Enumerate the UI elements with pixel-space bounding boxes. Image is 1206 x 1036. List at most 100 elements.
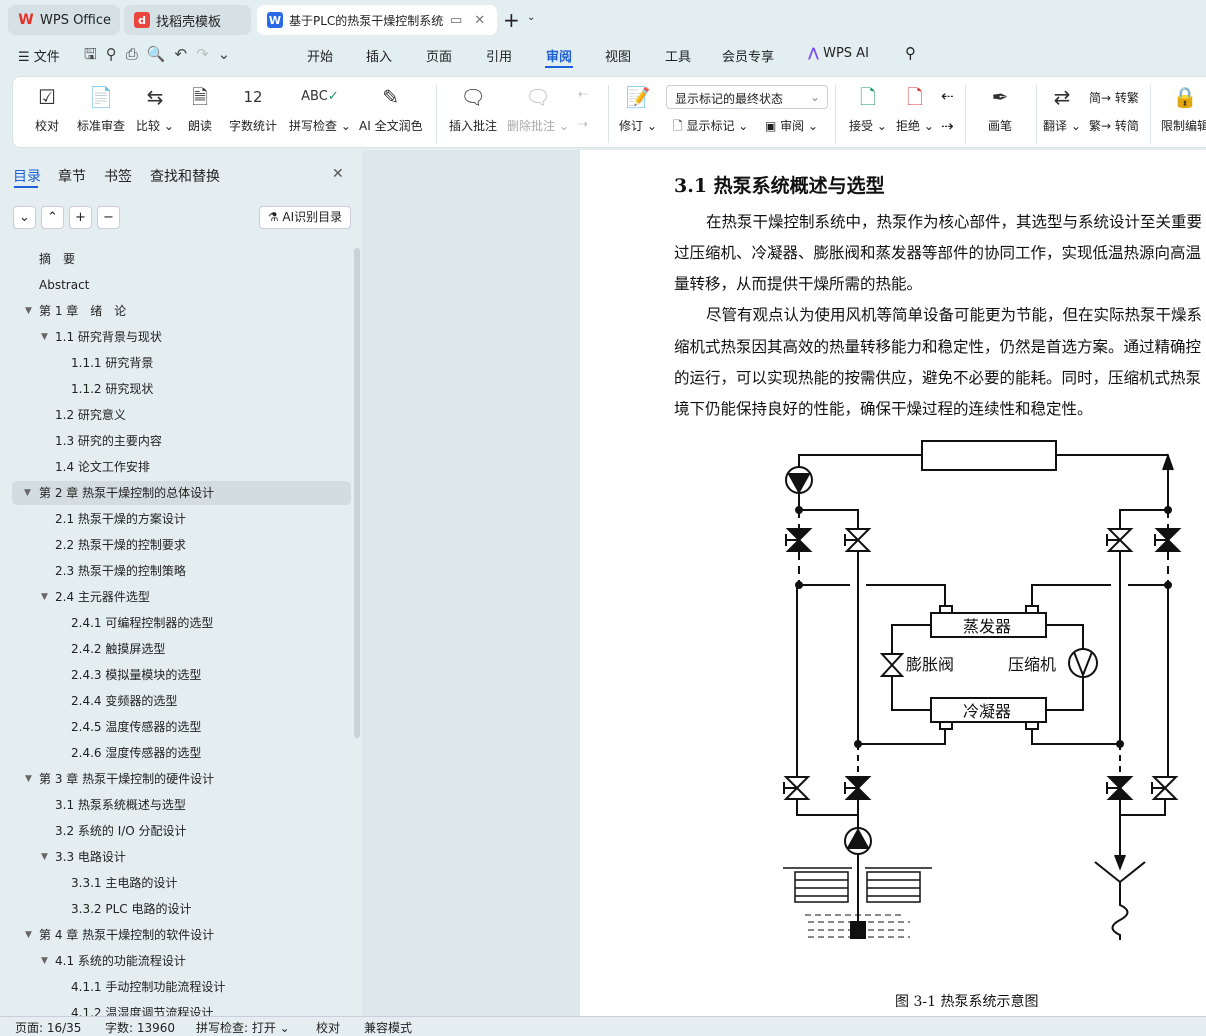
- toc-item-label: 第 2 章 热泵干燥控制的总体设计: [39, 486, 215, 500]
- page-indicator[interactable]: 页面: 16/35: [15, 1019, 81, 1036]
- toc-item[interactable]: 2.4.6 湿度传感器的选型: [71, 741, 201, 765]
- toc-item[interactable]: ▼ 3.3 电路设计: [41, 845, 126, 869]
- toc-item[interactable]: 3.1 热泵系统概述与选型: [55, 793, 186, 817]
- menu-reference[interactable]: 引用: [486, 46, 512, 65]
- show-markup-button[interactable]: 🗋 显示标记 ⌄: [673, 117, 748, 138]
- menu-insert[interactable]: 插入: [366, 46, 392, 65]
- to-traditional-button[interactable]: 简→ 转繁: [1089, 89, 1139, 106]
- previous-change-icon[interactable]: ⇠: [941, 87, 954, 105]
- paragraph-line: 在热泵干燥控制系统中，热泵作为核心部件，其选型与系统设计至关重要: [706, 213, 1203, 231]
- expand-triangle-icon[interactable]: ▼: [25, 299, 32, 323]
- valve-closed: [844, 776, 870, 800]
- toc-item[interactable]: Abstract: [39, 273, 89, 297]
- markup-mode-select[interactable]: 显示标记的最终状态 ⌄: [666, 85, 828, 109]
- toc-item[interactable]: 4.1.1 手动控制功能流程设计: [71, 975, 225, 999]
- valve-open: [1106, 528, 1132, 552]
- valve-open: [1151, 776, 1177, 800]
- toc-item-label: 1.1 研究背景与现状: [55, 330, 162, 344]
- tab-list-chevron-icon[interactable]: ⌄: [527, 12, 535, 23]
- toc-item[interactable]: ▼ 第 2 章 热泵干燥控制的总体设计: [12, 481, 351, 505]
- delete-comment-button[interactable]: 🗨 删除批注 ⌄: [507, 83, 569, 134]
- expand-triangle-icon[interactable]: ▼: [41, 845, 48, 869]
- toc-item-label: 4.1.2 温湿度调节流程设计: [71, 1006, 214, 1016]
- toc-item[interactable]: ▼ 第 3 章 热泵干燥控制的硬件设计: [25, 767, 214, 791]
- toc-item[interactable]: 2.1 热泵干燥的方案设计: [55, 507, 186, 531]
- insert-comment-button[interactable]: 🗨 插入批注: [449, 83, 497, 134]
- toc-item-label: 1.4 论文工作安排: [55, 460, 150, 474]
- toc-item[interactable]: ▼ 第 4 章 热泵干燥控制的软件设计: [25, 923, 214, 947]
- toc-item-label: 2.4.5 温度传感器的选型: [71, 720, 202, 734]
- reject-doc-icon: 🗋: [906, 85, 923, 109]
- to-simplified-button[interactable]: 繁→ 转简: [1089, 117, 1139, 134]
- expand-triangle-icon[interactable]: ▼: [41, 949, 48, 973]
- toc-item[interactable]: 2.2 热泵干燥的控制要求: [55, 533, 186, 557]
- wps-ai-logo: ⋀: [808, 46, 819, 61]
- toc-item[interactable]: 2.3 热泵干燥的控制策略: [55, 559, 186, 583]
- toc-item[interactable]: ▼ 2.4 主元器件选型: [41, 585, 150, 609]
- menu-page[interactable]: 页面: [426, 46, 452, 65]
- previous-comment-icon[interactable]: ⇠: [578, 87, 588, 101]
- review-pane-button[interactable]: ▣ 审阅 ⌄: [765, 117, 818, 134]
- toc-item[interactable]: ▼ 4.1 系统的功能流程设计: [41, 949, 186, 973]
- magic-wand-icon: ✎: [382, 85, 400, 109]
- revise-button[interactable]: 📝 修订 ⌄: [619, 83, 657, 134]
- translate-button[interactable]: ⇄ 翻译 ⌄: [1043, 83, 1081, 134]
- valve-open: [844, 528, 870, 552]
- expand-triangle-icon[interactable]: ▼: [24, 481, 31, 505]
- toc-item[interactable]: 2.4.3 模拟量模块的选型: [71, 663, 201, 687]
- toc-item-label: 4.1 系统的功能流程设计: [55, 954, 186, 968]
- expand-triangle-icon[interactable]: ▼: [25, 923, 32, 947]
- word-count-indicator[interactable]: 字数: 13960: [105, 1019, 175, 1036]
- toc-list: 摘 要 Abstract ▼ 第 1 章 绪 论 ▼ 1.1 研究背景与现状 1.1.1 研…: [0, 0, 362, 1016]
- toc-item[interactable]: 2.4.4 变频器的选型: [71, 689, 177, 713]
- toc-item[interactable]: 1.1.1 研究背景: [71, 351, 153, 375]
- expand-triangle-icon[interactable]: ▼: [25, 767, 32, 791]
- wps-ai-button[interactable]: ⋀ WPS AI: [808, 46, 869, 61]
- proofread-status[interactable]: 校对: [316, 1019, 340, 1036]
- toc-item[interactable]: 1.1.2 研究现状: [71, 377, 153, 401]
- toc-item[interactable]: 1.4 论文工作安排: [55, 455, 150, 479]
- toc-item[interactable]: 3.3.2 PLC 电路的设计: [71, 897, 191, 921]
- toc-item[interactable]: 1.3 研究的主要内容: [55, 429, 162, 453]
- toc-item[interactable]: 1.2 研究意义: [55, 403, 126, 427]
- expand-triangle-icon[interactable]: ▼: [41, 325, 48, 349]
- expansion-valve-label: 膨胀阀: [906, 655, 954, 674]
- divider: [1036, 85, 1037, 143]
- ai-polish-button[interactable]: ✎ AI 全文润色: [359, 83, 423, 134]
- toc-item[interactable]: 2.4.2 触摸屏选型: [71, 637, 165, 661]
- toc-item[interactable]: 2.4.1 可编程控制器的选型: [71, 611, 213, 635]
- toc-item-label: 2.4.2 触摸屏选型: [71, 642, 166, 656]
- next-comment-icon[interactable]: ⇢: [578, 117, 588, 131]
- close-tab-icon[interactable]: ✕: [474, 13, 485, 28]
- restrict-editing-button[interactable]: 🔒 限制编辑: [1161, 83, 1206, 134]
- menu-review[interactable]: 审阅: [546, 46, 572, 65]
- menu-view[interactable]: 视图: [605, 46, 631, 65]
- spell-check-status[interactable]: 拼写检查: 打开 ⌄: [196, 1019, 290, 1036]
- condenser-label: 冷凝器: [963, 702, 1011, 721]
- menu-member[interactable]: 会员专享: [722, 46, 774, 65]
- pen-button[interactable]: ✒ 画笔: [988, 83, 1012, 134]
- menu-tools[interactable]: 工具: [665, 46, 691, 65]
- paragraph-line: 境下仍能保持良好的性能，确保干燥过程的连续性和稳定性。: [674, 400, 1093, 418]
- expand-triangle-icon[interactable]: ▼: [41, 585, 48, 609]
- new-tab-button[interactable]: +: [503, 8, 520, 32]
- toc-item[interactable]: 摘 要: [39, 247, 75, 271]
- reject-button[interactable]: 🗋 拒绝 ⌄: [896, 83, 934, 134]
- toc-item-label: 2.4.3 模拟量模块的选型: [71, 668, 202, 682]
- next-change-icon[interactable]: ⇢: [941, 117, 954, 135]
- toc-item[interactable]: 2.4.5 温度传感器的选型: [71, 715, 201, 739]
- divider: [1150, 85, 1151, 143]
- toc-item-label: 2.2 热泵干燥的控制要求: [55, 538, 186, 552]
- monitor-icon[interactable]: ▭: [450, 13, 462, 28]
- toc-item[interactable]: ▼ 1.1 研究背景与现状: [41, 325, 162, 349]
- divider: [835, 85, 836, 143]
- status-bar: 页面: 16/35 字数: 13960 拼写检查: 打开 ⌄ 校对 兼容模式: [0, 1016, 1206, 1036]
- accept-button[interactable]: 🗋 接受 ⌄: [849, 83, 887, 134]
- paragraph-line: 缩机式热泵因其高效的热量转移能力和稳定性，仍然是首选方案。通过精确控: [674, 338, 1202, 356]
- search-icon[interactable]: ⚲: [905, 44, 916, 62]
- toc-item-label: 2.4 主元器件选型: [55, 590, 150, 604]
- toc-item[interactable]: ▼ 第 1 章 绪 论: [25, 299, 126, 323]
- toc-item[interactable]: 3.3.1 主电路的设计: [71, 871, 177, 895]
- toc-item[interactable]: 3.2 系统的 I/O 分配设计: [55, 819, 187, 843]
- toc-item[interactable]: 4.1.2 温湿度调节流程设计: [71, 1001, 213, 1016]
